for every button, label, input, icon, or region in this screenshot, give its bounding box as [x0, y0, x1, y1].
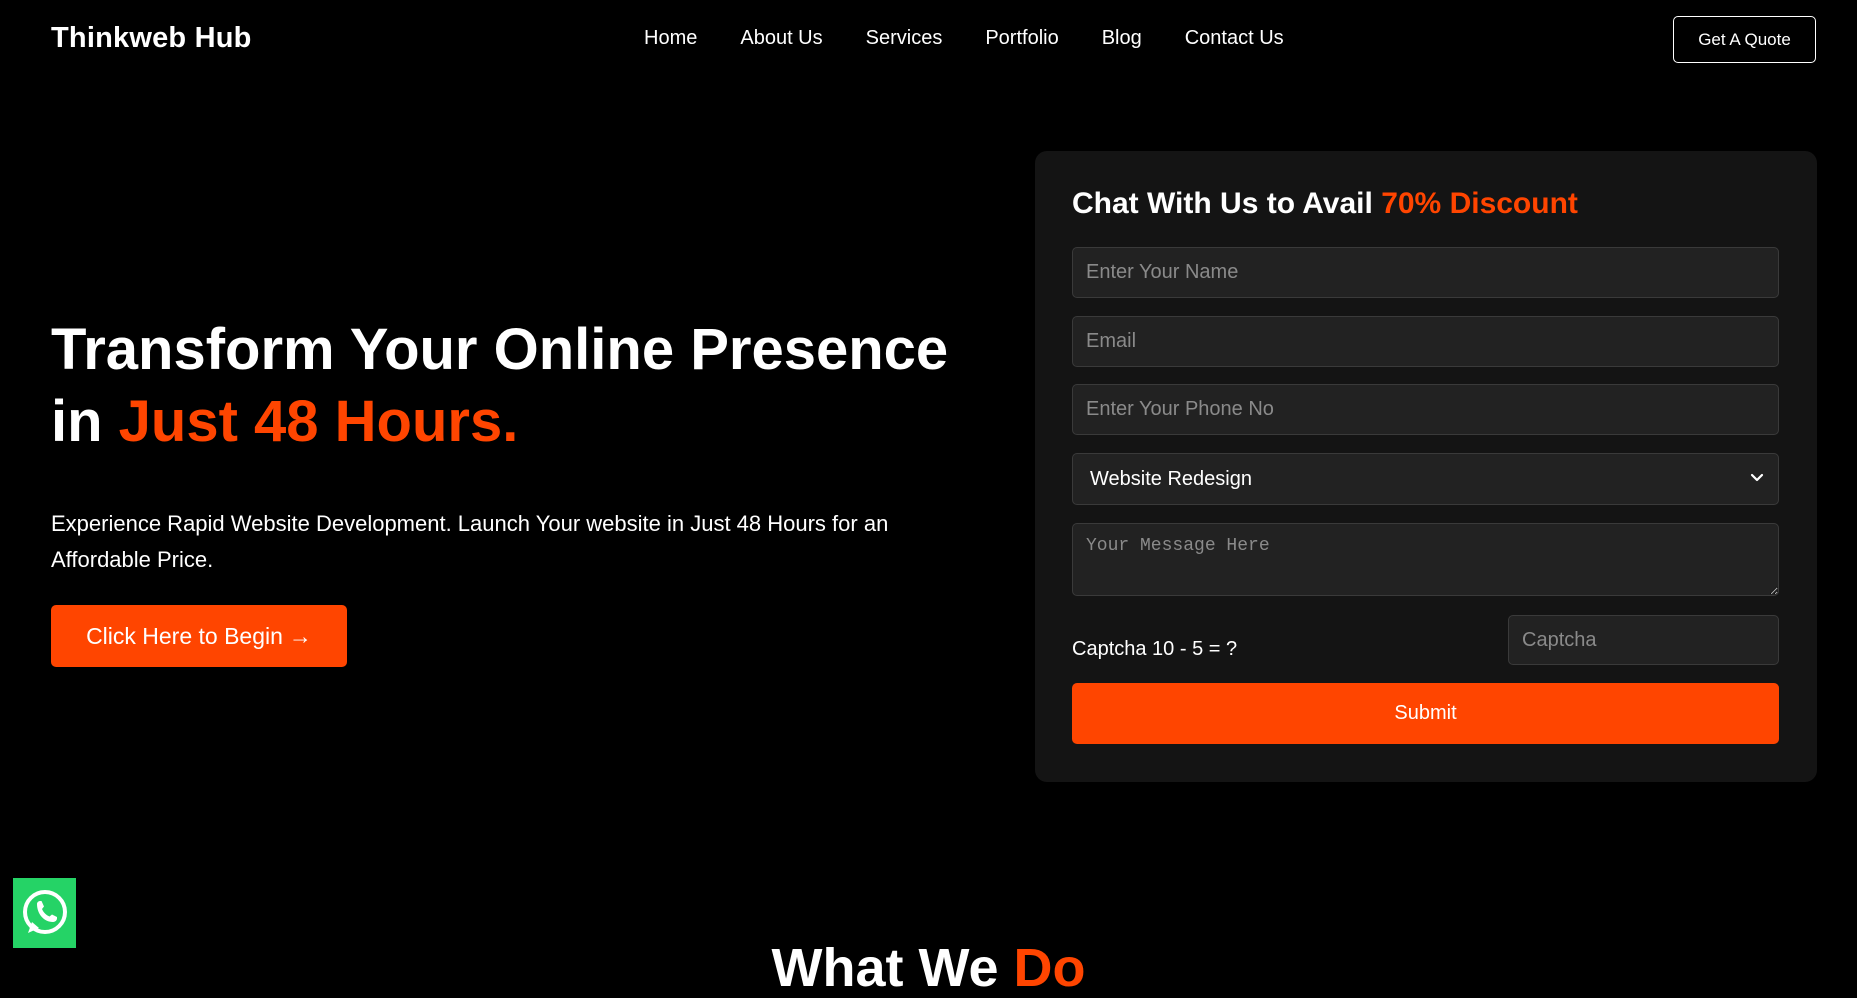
hero-description: Experience Rapid Website Development. La… [51, 511, 889, 572]
email-input[interactable] [1072, 316, 1779, 367]
form-title-text: Chat With Us to Avail [1072, 187, 1382, 220]
section-heading-accent: Do [1013, 938, 1086, 998]
hero-title-accent: Just 48 Hours. [118, 389, 519, 454]
nav-portfolio[interactable]: Portfolio [985, 27, 1058, 50]
brand-logo[interactable]: Thinkweb Hub [51, 22, 252, 55]
site-header: Thinkweb Hub Home About Us Services Port… [0, 0, 1857, 80]
begin-button-label: Click Here to Begin [86, 622, 283, 649]
captcha-label: Captcha 10 - 5 = ? [1072, 638, 1238, 660]
service-select[interactable]: Website Redesign [1072, 453, 1779, 505]
begin-button[interactable]: Click Here to Begin → [51, 605, 347, 667]
chevron-down-icon [1750, 473, 1764, 482]
hero-title: Transform Your Online Presence in Just 4… [51, 314, 951, 458]
name-input[interactable] [1072, 247, 1779, 298]
whatsapp-button[interactable] [13, 878, 76, 948]
captcha-input[interactable] [1508, 615, 1779, 665]
nav-home[interactable]: Home [644, 27, 697, 50]
what-we-do-heading: What We Do [0, 938, 1857, 998]
service-select-value: Website Redesign [1090, 467, 1252, 490]
main-nav: Home About Us Services Portfolio Blog Co… [644, 27, 1327, 50]
whatsapp-icon [22, 890, 67, 934]
section-heading-text: What We [771, 938, 1014, 998]
form-title-accent: 70% Discount [1381, 187, 1578, 220]
message-textarea[interactable] [1072, 523, 1779, 596]
nav-services[interactable]: Services [866, 27, 943, 50]
nav-about-us[interactable]: About Us [740, 27, 822, 50]
phone-input[interactable] [1072, 384, 1779, 435]
nav-contact-us[interactable]: Contact Us [1185, 27, 1284, 50]
form-title: Chat With Us to Avail 70% Discount [1072, 187, 1578, 221]
discount-form-card: Chat With Us to Avail 70% Discount Websi… [1035, 151, 1817, 782]
submit-button[interactable]: Submit [1072, 683, 1779, 744]
nav-blog[interactable]: Blog [1102, 27, 1142, 50]
arrow-right-icon: → [288, 622, 312, 649]
get-a-quote-button[interactable]: Get A Quote [1673, 16, 1816, 63]
